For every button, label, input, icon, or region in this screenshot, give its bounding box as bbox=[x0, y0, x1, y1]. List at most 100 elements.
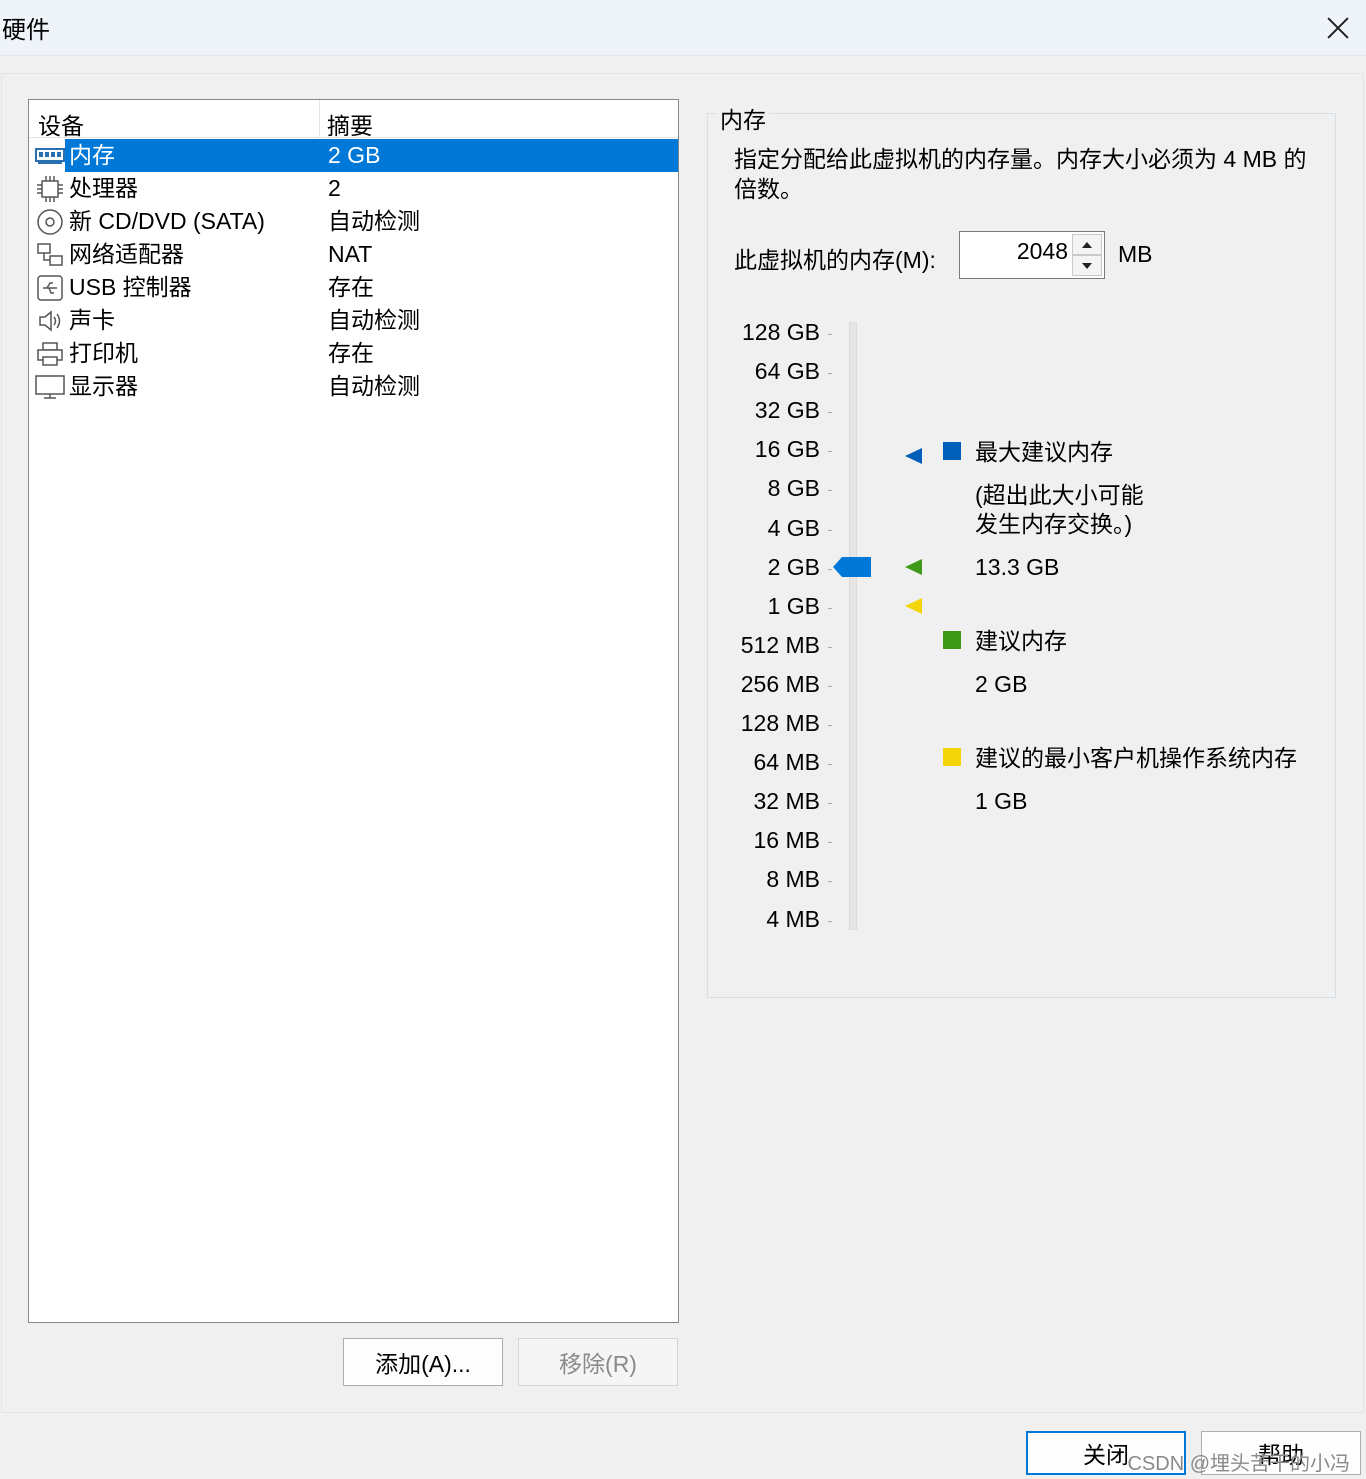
device-name: 声卡 bbox=[69, 307, 115, 333]
scale-label: 32 MB bbox=[753, 788, 820, 814]
printer-icon bbox=[35, 340, 65, 368]
scale-label: 1 GB bbox=[767, 593, 820, 619]
recommended-value: 2 GB bbox=[975, 671, 1028, 697]
device-name: 内存 bbox=[65, 139, 322, 172]
scale-tick bbox=[828, 725, 832, 726]
device-row-printer[interactable]: 打印机 存在 bbox=[33, 337, 678, 370]
processor-icon bbox=[35, 175, 65, 203]
scale-label: 128 MB bbox=[740, 710, 820, 736]
scale-label: 8 MB bbox=[766, 866, 820, 892]
speaker-icon bbox=[35, 307, 65, 335]
scale-tick bbox=[828, 647, 832, 648]
scale-label: 2 GB bbox=[767, 554, 820, 580]
scale-label: 64 GB bbox=[754, 358, 820, 384]
max-recommended-note-line1: (超出此大小可能 bbox=[975, 482, 1144, 508]
column-header-device[interactable]: 设备 bbox=[38, 107, 84, 141]
memory-description: 指定分配给此虚拟机的内存量。内存大小必须为 4 MB 的倍数。 bbox=[734, 146, 1307, 202]
memory-group-title: 内存 bbox=[717, 101, 769, 135]
scale-label: 8 GB bbox=[767, 475, 820, 501]
monitor-icon bbox=[35, 373, 65, 401]
max-recommended-value: 13.3 GB bbox=[975, 554, 1060, 580]
watermark-text: CSDN @埋头苦干的小冯 bbox=[1127, 1453, 1350, 1475]
device-summary: 自动检测 bbox=[328, 208, 420, 234]
device-row-network[interactable]: 网络适配器 NAT bbox=[33, 238, 678, 271]
device-summary: 自动检测 bbox=[328, 373, 420, 399]
memory-slider-thumb[interactable] bbox=[832, 556, 872, 578]
window-title: 硬件 bbox=[2, 17, 50, 44]
device-row-sound[interactable]: 声卡 自动检测 bbox=[33, 304, 678, 337]
scale-label: 16 MB bbox=[753, 827, 820, 853]
device-row-usb[interactable]: USB 控制器 存在 bbox=[33, 271, 678, 304]
device-name: 新 CD/DVD (SATA) bbox=[69, 208, 265, 234]
max-recommended-marker-icon bbox=[904, 447, 922, 465]
close-icon[interactable] bbox=[1318, 8, 1358, 48]
device-row-processor[interactable]: 处理器 2 bbox=[33, 172, 678, 205]
scale-tick bbox=[828, 764, 832, 765]
arrow-down-icon bbox=[1082, 262, 1092, 269]
device-list-header: 设备 摘要 bbox=[29, 100, 678, 141]
device-row-display[interactable]: 显示器 自动检测 bbox=[33, 370, 678, 403]
min-guest-value: 1 GB bbox=[975, 788, 1028, 814]
scale-label: 256 MB bbox=[740, 671, 820, 697]
memory-slider-track[interactable] bbox=[849, 322, 857, 930]
usb-icon bbox=[35, 274, 65, 302]
arrow-up-icon bbox=[1082, 241, 1092, 248]
memory-input[interactable]: 2048 bbox=[959, 231, 1105, 279]
remove-button[interactable]: 移除(R) bbox=[518, 1338, 678, 1386]
scale-tick bbox=[828, 842, 832, 843]
scale-label: 512 MB bbox=[740, 632, 820, 658]
min-guest-legend-icon bbox=[943, 748, 961, 766]
memory-unit: MB bbox=[1118, 241, 1153, 267]
min-guest-marker-icon bbox=[904, 597, 922, 615]
scale-label: 32 GB bbox=[754, 397, 820, 423]
memory-input-value[interactable]: 2048 bbox=[1017, 238, 1068, 265]
device-summary: 存在 bbox=[328, 340, 374, 366]
scale-tick bbox=[828, 921, 832, 922]
scale-label: 128 GB bbox=[742, 319, 820, 345]
scale-tick bbox=[828, 412, 832, 413]
scale-tick bbox=[828, 530, 832, 531]
max-recommended-legend-icon bbox=[943, 442, 961, 460]
column-header-summary[interactable]: 摘要 bbox=[327, 107, 373, 141]
scale-tick bbox=[828, 334, 832, 335]
memory-input-label: 此虚拟机的内存(M): bbox=[734, 247, 936, 273]
scale-tick bbox=[828, 686, 832, 687]
column-separator[interactable] bbox=[319, 100, 320, 138]
spin-up-button[interactable] bbox=[1072, 234, 1102, 255]
device-name: USB 控制器 bbox=[69, 274, 192, 300]
device-name: 处理器 bbox=[69, 175, 138, 201]
scale-tick bbox=[828, 881, 832, 882]
scale-label: 4 MB bbox=[766, 906, 820, 932]
network-adapter-icon bbox=[35, 241, 65, 269]
title-bar: 硬件 bbox=[0, 0, 1366, 56]
recommended-label: 建议内存 bbox=[975, 628, 1067, 654]
max-recommended-note-line2: 发生内存交换。) bbox=[975, 511, 1133, 537]
device-name: 打印机 bbox=[69, 340, 138, 366]
scale-tick bbox=[828, 803, 832, 804]
add-button[interactable]: 添加(A)... bbox=[343, 1338, 503, 1386]
device-name: 网络适配器 bbox=[69, 241, 184, 267]
device-summary: 2 bbox=[328, 175, 341, 201]
device-summary: 存在 bbox=[328, 274, 374, 300]
min-guest-label: 建议的最小客户机操作系统内存 bbox=[975, 745, 1297, 771]
cd-dvd-icon bbox=[35, 208, 65, 236]
device-row-cd-dvd[interactable]: 新 CD/DVD (SATA) 自动检测 bbox=[33, 205, 678, 238]
device-summary: 自动检测 bbox=[328, 307, 420, 333]
scale-tick bbox=[828, 451, 832, 452]
max-recommended-label: 最大建议内存 bbox=[975, 439, 1113, 465]
scale-label: 4 GB bbox=[767, 515, 820, 541]
scale-label: 64 MB bbox=[753, 749, 820, 775]
scale-label: 16 GB bbox=[754, 436, 820, 462]
device-row-memory[interactable]: 内存 2 GB bbox=[33, 139, 678, 172]
recommended-legend-icon bbox=[943, 631, 961, 649]
device-summary: NAT bbox=[328, 241, 373, 267]
scale-tick bbox=[828, 373, 832, 374]
device-list[interactable]: 设备 摘要 内存 2 GB 处理器 2 新 CD/DVD (SATA) 自动检测… bbox=[28, 99, 679, 1323]
scale-tick bbox=[828, 490, 832, 491]
scale-tick bbox=[828, 608, 832, 609]
device-summary: 2 GB bbox=[322, 139, 678, 172]
memory-icon bbox=[35, 142, 65, 170]
recommended-marker-icon bbox=[904, 558, 922, 576]
spin-down-button[interactable] bbox=[1072, 255, 1102, 276]
device-name: 显示器 bbox=[69, 373, 138, 399]
